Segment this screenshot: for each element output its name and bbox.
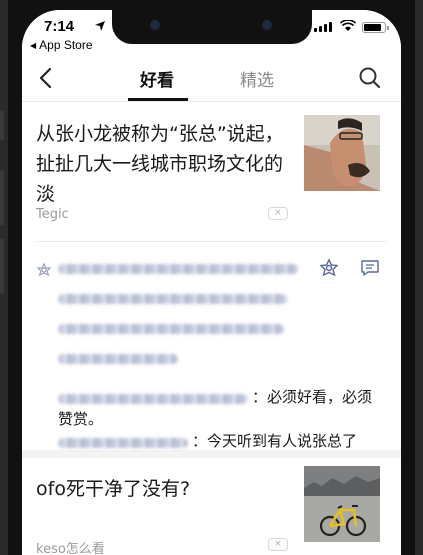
- feed: 从张小龙被称为“张总”说起，扯扯几大一线城市职场文化的淡 Tegic × ：必须…: [22, 103, 401, 555]
- blurred-avatars: [58, 264, 298, 274]
- phone-screen: 7:14 ◀ App Store 好看 精选 从张小龙被称为“张总”说起，扯扯几…: [22, 10, 401, 555]
- wifi-icon: [340, 20, 356, 31]
- back-chevron-icon[interactable]: [36, 66, 56, 90]
- status-bar: 7:14 ◀ App Store: [22, 10, 401, 56]
- mute-switch: [0, 110, 4, 140]
- sensor-dot: [150, 20, 160, 30]
- battery-icon: [362, 22, 389, 33]
- bezel-edge-right: [415, 0, 423, 555]
- article-thumbnail: [304, 115, 380, 191]
- location-arrow-icon: [95, 21, 105, 31]
- article-source: keso怎么看: [36, 542, 105, 555]
- article-source: Tegic: [36, 207, 69, 222]
- back-to-app-link[interactable]: ◀ App Store: [30, 38, 93, 52]
- volume-up-button: [0, 170, 4, 226]
- volume-down-button: [0, 238, 4, 294]
- camera-dot: [262, 20, 272, 30]
- search-icon[interactable]: [358, 66, 382, 90]
- blurred-avatars: [58, 324, 284, 334]
- comment-icon[interactable]: [360, 258, 380, 278]
- tab-haokan[interactable]: 好看: [140, 66, 174, 91]
- flower-icon[interactable]: [319, 258, 339, 278]
- status-time: 7:14: [44, 18, 75, 35]
- notch: [112, 10, 312, 44]
- signal-icon: [314, 22, 332, 32]
- comment-text: ：必须好看，必须: [252, 388, 373, 406]
- back-app-label: App Store: [39, 38, 93, 52]
- article-thumbnail: [304, 466, 380, 542]
- phone-bezel: 7:14 ◀ App Store 好看 精选 从张小龙被称为“张总”说起，扯扯几…: [0, 0, 423, 555]
- blurred-avatars: [58, 294, 288, 304]
- comment-text: 赞赏。: [58, 410, 104, 428]
- friend-comments: ：必须好看，必须 赞赏。 ：今天听到有人说张总了: [22, 242, 401, 450]
- flower-icon: [36, 262, 52, 277]
- article-card[interactable]: 从张小龙被称为“张总”说起，扯扯几大一线城市职场文化的淡 Tegic ×: [22, 103, 401, 241]
- comment-text: ：今天听到有人说张总了: [192, 432, 358, 450]
- dismiss-button[interactable]: ×: [268, 538, 288, 551]
- nav-bar: 好看 精选: [22, 56, 401, 102]
- tab-active-underline: [128, 98, 188, 101]
- article-title[interactable]: 从张小龙被称为“张总”说起，扯扯几大一线城市职场文化的淡: [36, 119, 294, 209]
- back-triangle-icon: ◀: [30, 40, 37, 50]
- tab-jingxuan[interactable]: 精选: [240, 66, 274, 91]
- blurred-username: [58, 394, 248, 404]
- article-card[interactable]: ofo死干净了没有? keso怎么看 ×: [22, 458, 401, 555]
- blurred-avatars: [58, 354, 178, 364]
- dismiss-button[interactable]: ×: [268, 207, 288, 220]
- article-title[interactable]: ofo死干净了没有?: [36, 474, 294, 504]
- blurred-username: [58, 438, 188, 448]
